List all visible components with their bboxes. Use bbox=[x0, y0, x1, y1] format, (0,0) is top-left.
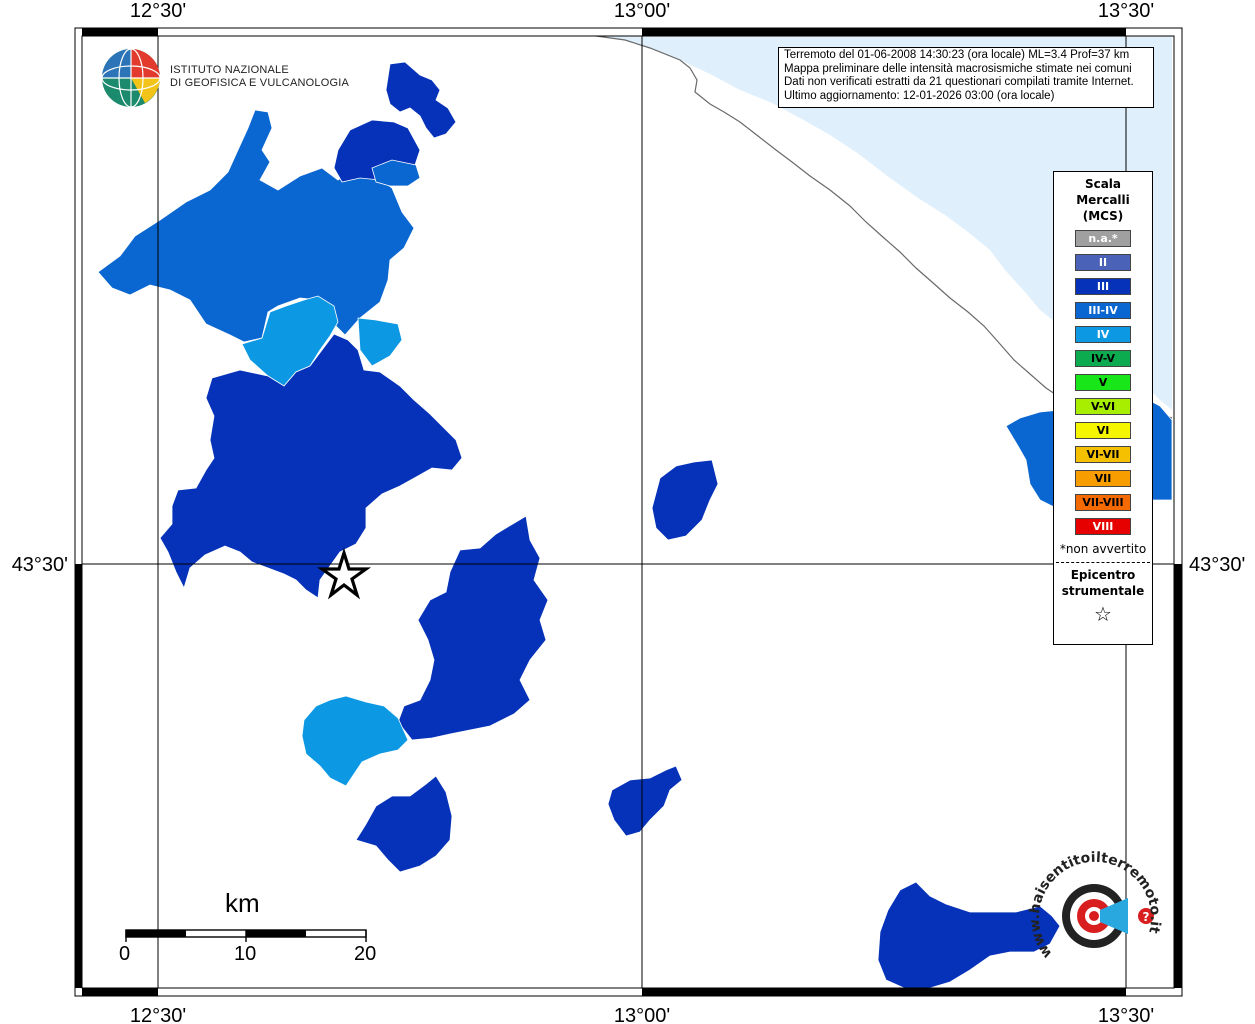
legend-item: VI-VII bbox=[1075, 446, 1131, 463]
legend-separator bbox=[1056, 562, 1150, 563]
lon-label-bottom-3: 13°30' bbox=[1098, 1005, 1154, 1024]
info-line-4: Ultimo aggiornamento: 12-01-2026 03:00 (… bbox=[784, 89, 1055, 102]
lon-label-top-2: 13°00' bbox=[614, 0, 670, 22]
ingv-logo-text: ISTITUTO NAZIONALE DI GEOFISICA E VULCAN… bbox=[170, 64, 349, 90]
info-line-1: Terremoto del 01-06-2008 14:30:23 (ora l… bbox=[784, 49, 1130, 61]
scale-label-10: 10 bbox=[234, 943, 257, 965]
legend-item: VII bbox=[1075, 470, 1131, 487]
legend-item: VI bbox=[1075, 422, 1131, 439]
lat-label-left: 43°30' bbox=[12, 554, 68, 576]
scale-label-0: 0 bbox=[119, 943, 131, 965]
scale-label-20: 20 bbox=[354, 943, 377, 965]
legend-epicenter-label: Epicentro strumentale bbox=[1054, 567, 1152, 599]
lon-label-top-1: 12°30' bbox=[130, 0, 186, 22]
legend-item: IV bbox=[1075, 326, 1131, 343]
legend-title: Scala Mercalli (MCS) bbox=[1054, 176, 1152, 224]
legend-item: n.a.* bbox=[1075, 230, 1131, 247]
legend-epicenter-line-1: Epicentro bbox=[1070, 568, 1136, 582]
logo-line-1: ISTITUTO NAZIONALE bbox=[170, 64, 289, 76]
legend-item: III bbox=[1075, 278, 1131, 295]
lon-label-bottom-2: 13°00' bbox=[614, 1005, 670, 1024]
legend-note: *non avvertito bbox=[1059, 542, 1147, 556]
event-info-box: Terremoto del 01-06-2008 14:30:23 (ora l… bbox=[778, 47, 1154, 108]
ingv-logo-icon bbox=[101, 48, 161, 108]
info-line-3: Dati non verificati estratti da 21 quest… bbox=[784, 76, 1134, 88]
legend-title-line-3: (MCS) bbox=[1082, 209, 1124, 223]
legend-items: n.a.* II III III-IV IV IV-V V V-VI VI VI-VII VII VI… bbox=[1054, 230, 1152, 535]
legend-item: V-VI bbox=[1075, 398, 1131, 415]
legend-epicenter-line-2: strumentale bbox=[1061, 584, 1145, 598]
mcs-legend: Scala Mercalli (MCS) n.a.* II III III-IV IV I… bbox=[1053, 171, 1153, 645]
legend-title-line-1: Scala bbox=[1084, 177, 1122, 191]
legend-item: VIII bbox=[1075, 518, 1131, 535]
legend-item: II bbox=[1075, 254, 1131, 271]
legend-title-line-2: Mercalli bbox=[1076, 193, 1130, 207]
logo-line-2: DI GEOFISICA E VULCANOLOGIA bbox=[170, 77, 349, 89]
legend-item: V bbox=[1075, 374, 1131, 391]
lat-label-right: 43°30' bbox=[1189, 554, 1245, 576]
lon-label-top-3: 13°30' bbox=[1098, 0, 1154, 22]
legend-item: IV-V bbox=[1075, 350, 1131, 367]
legend-star-icon: ☆ bbox=[1094, 602, 1112, 626]
lon-label-bottom-1: 12°30' bbox=[130, 1005, 186, 1024]
legend-item: III-IV bbox=[1075, 302, 1131, 319]
info-line-2: Mappa preliminare delle intensità macros… bbox=[784, 62, 1132, 75]
legend-item: VII-VIII bbox=[1075, 494, 1131, 511]
scale-title: km bbox=[225, 888, 260, 918]
